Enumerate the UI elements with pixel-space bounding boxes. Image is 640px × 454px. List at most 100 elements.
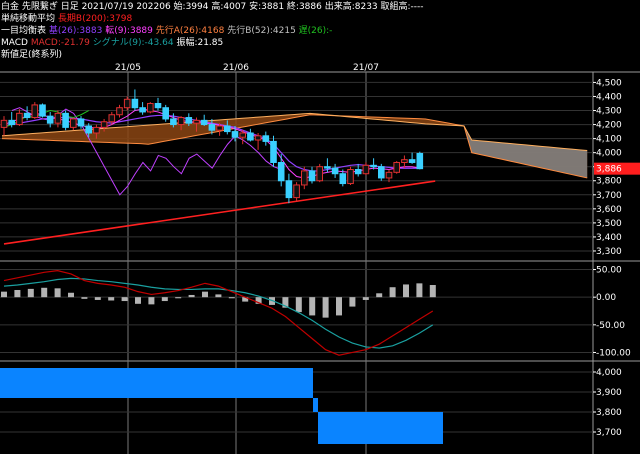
- candle-body: [8, 119, 15, 126]
- date-tick-label: 21/07: [353, 63, 379, 73]
- candle-body: [262, 135, 270, 142]
- candle-body: [285, 180, 293, 199]
- price-tick-label: 3,300: [596, 247, 622, 257]
- price-tick-label: 3,600: [596, 205, 622, 215]
- candle-body: [247, 132, 254, 141]
- candle-body: [208, 124, 216, 131]
- candle-body: [154, 102, 162, 109]
- candle-body: [39, 104, 46, 117]
- macd-signal-line: [3, 277, 434, 349]
- candle-body: [70, 118, 77, 128]
- chart-canvas[interactable]: 21/05 21/06 21/07 4,500 4,400 4,300 4,200 4,100…: [0, 0, 640, 454]
- candle-body: [93, 126, 100, 134]
- macd-histogram-bar: [1, 291, 7, 298]
- macd-tick-label: -100.00: [596, 348, 631, 358]
- candle-body: [277, 161, 285, 182]
- macd-line: [3, 270, 434, 356]
- candle-body: [46, 115, 54, 124]
- renko-block: [313, 398, 318, 412]
- candle-body: [224, 125, 231, 133]
- renko-tick-label: 3,800: [596, 408, 622, 418]
- candle-body: [162, 107, 169, 120]
- candle-body: [385, 171, 393, 179]
- candle-body: [293, 184, 300, 199]
- macd-histogram-bar: [322, 297, 329, 318]
- macd-histogram-bar: [349, 297, 356, 307]
- macd-histogram-bar: [108, 297, 115, 301]
- macd-histogram-bar: [68, 292, 74, 298]
- renko-tick-label: 4,000: [596, 368, 622, 378]
- macd-histogram-bar: [41, 287, 48, 298]
- price-tick-label: 4,200: [596, 121, 622, 131]
- candle-body: [54, 112, 62, 124]
- candle-body: [193, 119, 200, 124]
- candle-body: [108, 114, 116, 123]
- renko-tick-label: 3,900: [596, 388, 622, 398]
- renko-block: [318, 412, 443, 444]
- macd-histogram-bar: [336, 297, 342, 316]
- renko-tick-label: 3,700: [596, 428, 622, 438]
- candle-body: [23, 112, 31, 119]
- candle-body: [177, 117, 185, 126]
- candle-body: [416, 152, 424, 170]
- ma200-line: [3, 180, 436, 245]
- candle-body: [339, 173, 347, 185]
- macd-histogram-bar: [121, 297, 128, 302]
- candle-body: [331, 167, 339, 175]
- candle-body: [301, 170, 308, 186]
- macd-histogram-bar: [81, 297, 88, 299]
- price-tick-label: 3,800: [596, 177, 622, 187]
- candle-body: [100, 121, 108, 128]
- price-tick-label: 4,100: [596, 135, 622, 145]
- candle-body: [170, 118, 177, 126]
- date-tick-label: 21/05: [115, 63, 141, 73]
- macd-histogram-bar: [228, 297, 235, 299]
- macd-histogram-bar: [161, 297, 168, 302]
- ichimoku-cloud-bearish: [464, 125, 588, 178]
- candle-body: [216, 125, 223, 131]
- current-price-label: 3,886: [596, 165, 622, 175]
- price-tick-label: 4,000: [596, 149, 622, 159]
- macd-histogram-bar: [94, 297, 101, 300]
- candle-body: [116, 107, 123, 116]
- macd-tick-label: -50.00: [596, 321, 625, 331]
- macd-histogram-bar: [376, 293, 383, 298]
- candle-body: [77, 118, 85, 127]
- candle-body: [239, 132, 246, 138]
- price-tick-label: 3,500: [596, 219, 622, 229]
- candle-body: [62, 112, 69, 128]
- price-tick-label: 3,400: [596, 233, 622, 243]
- macd-histogram-bar: [215, 294, 222, 298]
- macd-histogram-bar: [403, 284, 409, 298]
- candle-body: [308, 170, 316, 182]
- macd-tick-label: 0.00: [596, 293, 616, 303]
- macd-histogram-bar: [429, 285, 436, 298]
- macd-histogram-bar: [148, 297, 155, 305]
- candle-body: [0, 119, 8, 128]
- macd-histogram-bar: [27, 288, 34, 298]
- macd-tick-label: 50.00: [596, 266, 622, 276]
- macd-histogram-bar: [295, 297, 302, 313]
- candle-body: [200, 119, 208, 126]
- candle-body: [131, 98, 139, 109]
- candle-body: [354, 169, 362, 175]
- candle-body: [347, 169, 354, 185]
- price-tick-label: 3,700: [596, 191, 622, 201]
- candle-body: [139, 107, 146, 113]
- macd-histogram-bar: [362, 297, 369, 300]
- candle-body: [378, 166, 385, 179]
- candle-body: [401, 159, 408, 163]
- macd-histogram-bar: [14, 289, 21, 298]
- renko-block: [0, 368, 313, 398]
- candle-body: [362, 164, 370, 175]
- candle-body: [370, 164, 377, 168]
- candle-body: [147, 102, 154, 113]
- candle-body: [185, 117, 193, 124]
- candle-body: [408, 159, 416, 163]
- candle-body: [254, 135, 262, 141]
- candle-body: [231, 131, 239, 138]
- price-tick-label: 4,400: [596, 92, 622, 102]
- candle-body: [123, 98, 131, 109]
- macd-histogram-bar: [389, 287, 396, 298]
- candle-body: [324, 166, 331, 169]
